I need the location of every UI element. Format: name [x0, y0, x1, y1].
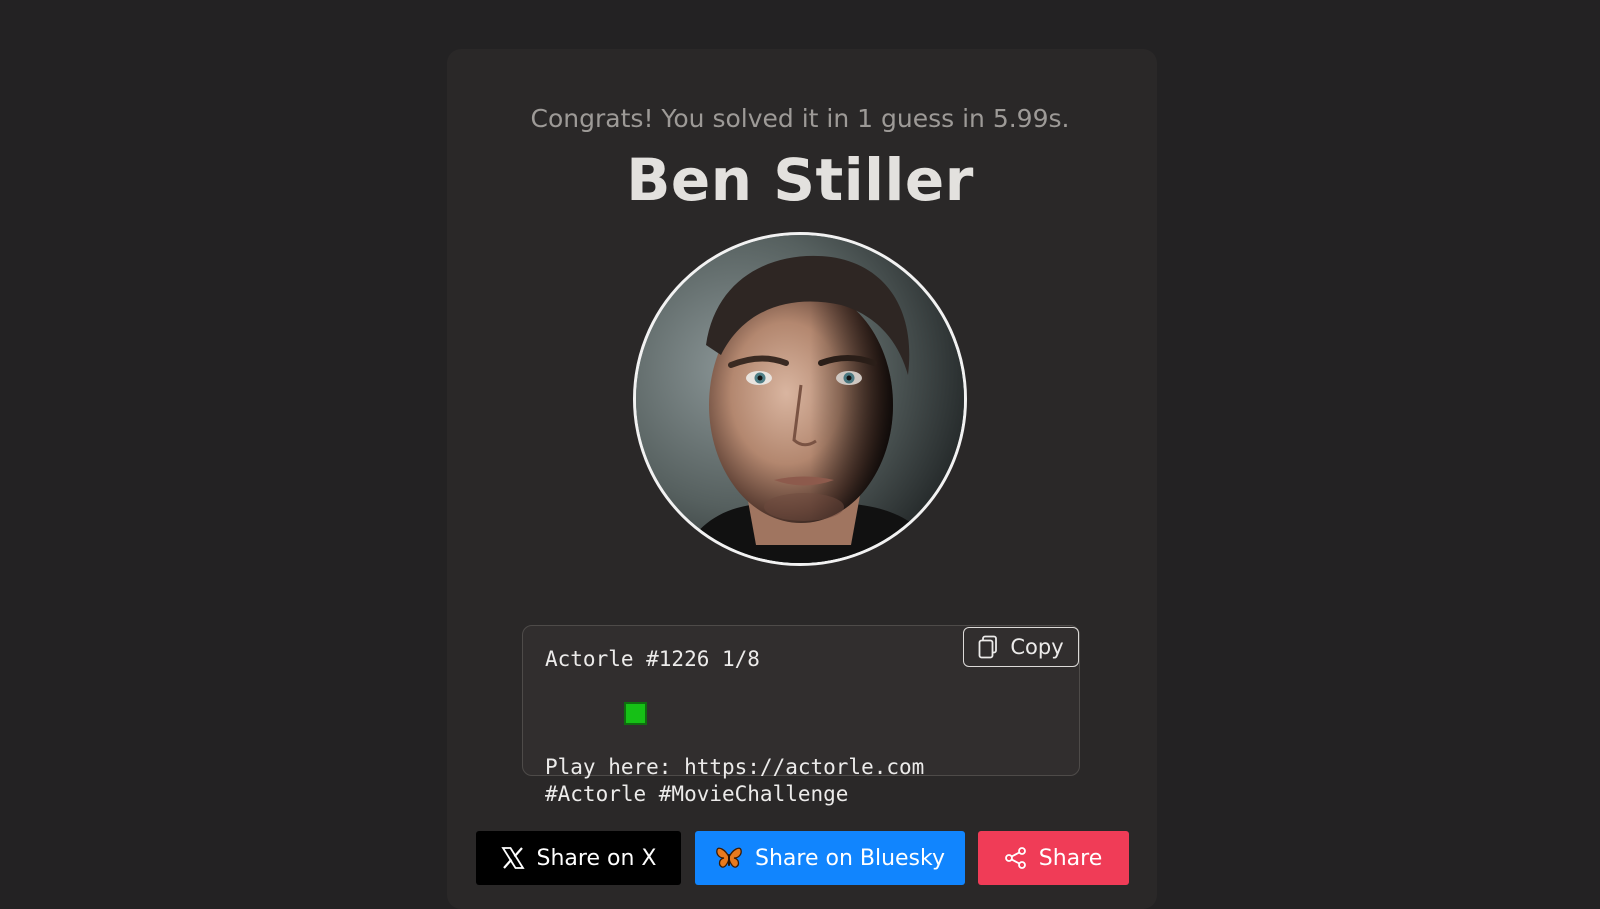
share-button-label: Share: [1038, 845, 1103, 871]
correct-guess-square: [623, 702, 647, 725]
share-on-x-button[interactable]: Share on X: [476, 831, 681, 885]
share-button[interactable]: Share: [978, 831, 1129, 885]
butterfly-icon: [715, 846, 743, 870]
actor-name: Ben Stiller: [626, 146, 974, 214]
guess-squares-row: [545, 673, 924, 754]
copy-button-label: Copy: [1010, 635, 1064, 659]
portrait-image: [636, 235, 964, 563]
share-icon: [1004, 847, 1027, 869]
congrats-message: Congrats! You solved it in 1 guess in 5.…: [530, 104, 1070, 133]
share-text: Actorle #1226 1/8 Play here: https://act…: [545, 646, 924, 808]
share-line-link: Play here: https://actorle.com: [545, 755, 925, 779]
actor-portrait: [633, 232, 967, 566]
share-on-bluesky-button[interactable]: Share on Bluesky: [695, 831, 965, 885]
x-logo-icon: [500, 846, 525, 870]
copy-button[interactable]: Copy: [963, 627, 1079, 667]
share-line-hashtags: #Actorle #MovieChallenge: [545, 782, 849, 806]
share-on-x-label: Share on X: [536, 845, 657, 871]
share-line-title: Actorle #1226 1/8: [545, 647, 760, 671]
share-result-box: Actorle #1226 1/8 Play here: https://act…: [522, 625, 1080, 806]
clipboard-icon: [978, 635, 998, 659]
share-on-bluesky-label: Share on Bluesky: [755, 845, 945, 871]
